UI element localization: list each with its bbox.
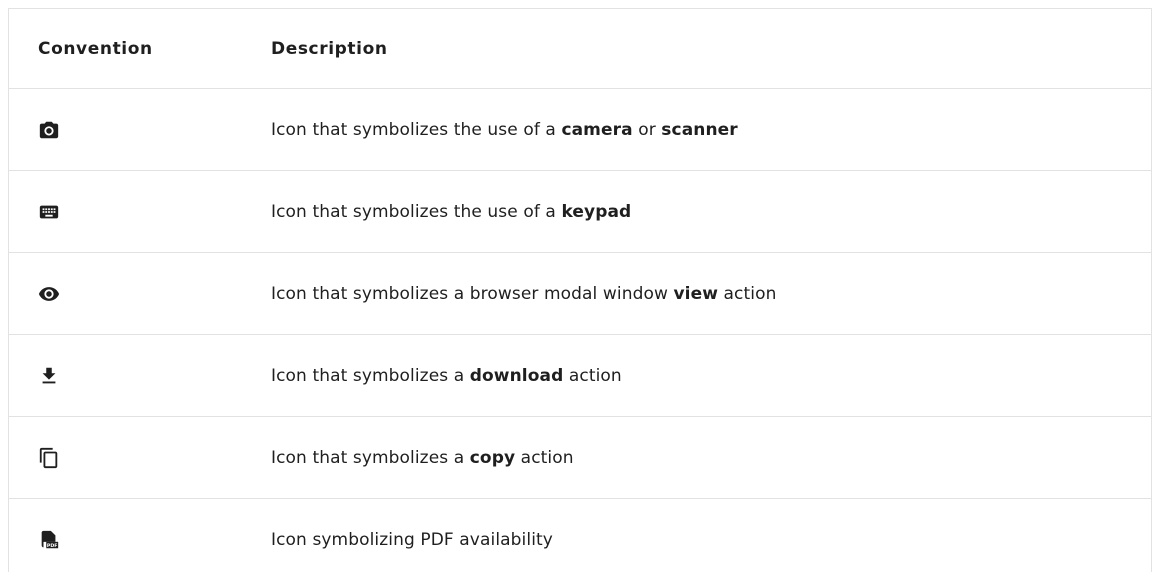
download-icon: [38, 365, 60, 387]
table-row: Icon that symbolizes a download action: [9, 335, 1151, 417]
copy-icon: [38, 447, 60, 469]
row-description: Icon symbolizing PDF availability: [271, 530, 553, 550]
row-description: Icon that symbolizes a download action: [271, 365, 622, 386]
eye-icon: [38, 283, 60, 305]
table-header-row: Convention Description: [9, 9, 1151, 89]
table-row: Icon that symbolizes the use of a keypad: [9, 171, 1151, 253]
row-description: Icon that symbolizes the use of a camera…: [271, 119, 738, 140]
row-description: Icon that symbolizes a copy action: [271, 447, 574, 468]
table-row: PDF Icon symbolizing PDF availability: [9, 499, 1151, 581]
svg-text:PDF: PDF: [47, 543, 58, 549]
table-row: Icon that symbolizes the use of a camera…: [9, 89, 1151, 171]
pdf-icon: PDF: [38, 529, 60, 551]
table-row: Icon that symbolizes a copy action: [9, 417, 1151, 499]
header-convention: Convention: [38, 38, 153, 59]
header-description: Description: [271, 38, 388, 59]
keyboard-icon: [38, 201, 60, 223]
row-description: Icon that symbolizes the use of a keypad: [271, 201, 632, 222]
table-row: Icon that symbolizes a browser modal win…: [9, 253, 1151, 335]
camera-icon: [38, 119, 60, 141]
row-description: Icon that symbolizes a browser modal win…: [271, 283, 777, 304]
conventions-table: Convention Description Icon that symboli…: [8, 8, 1152, 572]
